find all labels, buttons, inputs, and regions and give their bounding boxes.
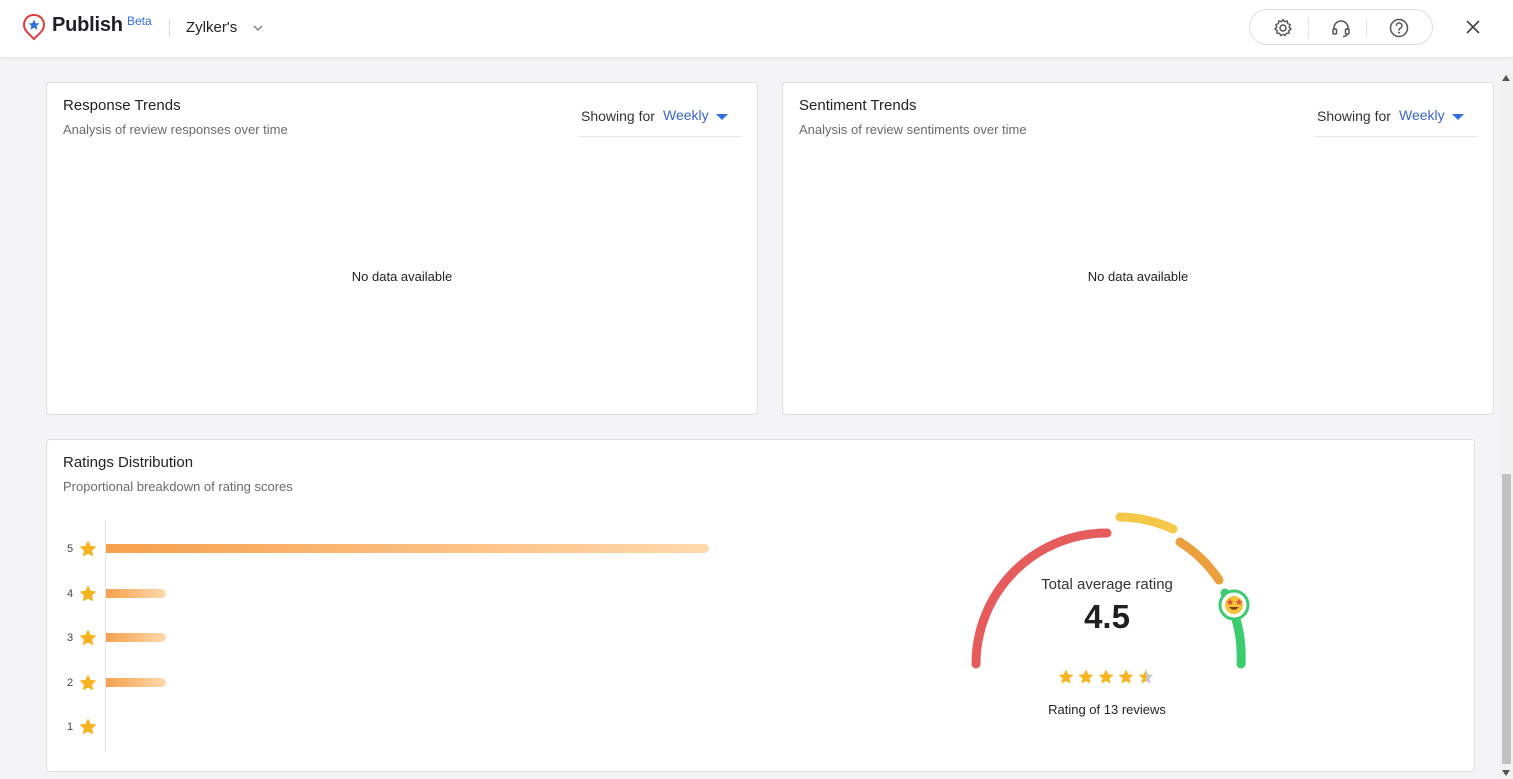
header-divider bbox=[169, 19, 170, 37]
tool-separator bbox=[1308, 18, 1309, 38]
rating-bar bbox=[106, 588, 166, 598]
header-tools bbox=[1249, 9, 1433, 45]
showing-value[interactable]: Weekly bbox=[1399, 107, 1445, 123]
card-subtitle: Analysis of review responses over time bbox=[63, 122, 288, 137]
chevron-down-icon[interactable] bbox=[252, 22, 264, 34]
scroll-thumb[interactable] bbox=[1502, 474, 1511, 764]
showing-label: Showing for bbox=[1317, 108, 1391, 124]
review-count: Rating of 13 reviews bbox=[1048, 702, 1166, 717]
average-rating-value: 4.5 bbox=[1084, 598, 1130, 635]
rating-level-label: 1 bbox=[66, 721, 74, 733]
card-subtitle: Analysis of review sentiments over time bbox=[799, 122, 1027, 137]
period-dropdown[interactable]: Showing for Weekly bbox=[1315, 99, 1477, 137]
beta-badge: Beta bbox=[127, 14, 152, 28]
rating-level-label: 4 bbox=[66, 587, 74, 600]
help-icon[interactable] bbox=[1388, 17, 1410, 39]
rating-bar bbox=[106, 633, 166, 642]
publish-logo-icon bbox=[22, 13, 46, 41]
rating-star-icon bbox=[1138, 669, 1154, 684]
smiley-marker-icon bbox=[1218, 589, 1250, 621]
rating-star-icon bbox=[1098, 669, 1114, 684]
card-title: Response Trends bbox=[63, 97, 181, 114]
rating-star-icon bbox=[1058, 669, 1074, 684]
org-selector[interactable]: Zylker's bbox=[186, 19, 237, 36]
rating-star-icon bbox=[1118, 669, 1134, 684]
card-title: Sentiment Trends bbox=[799, 97, 917, 114]
star-icon bbox=[80, 585, 96, 601]
showing-value[interactable]: Weekly bbox=[663, 107, 709, 123]
star-icon bbox=[80, 719, 96, 735]
showing-label: Showing for bbox=[581, 108, 655, 124]
star-icon bbox=[80, 674, 96, 690]
empty-state: No data available bbox=[1087, 269, 1189, 284]
scroll-up-arrow[interactable] bbox=[1502, 75, 1510, 81]
card-title: Ratings Distribution bbox=[63, 454, 194, 471]
scroll-down-arrow[interactable] bbox=[1502, 770, 1510, 776]
sentiment-trends-card: Sentiment Trends Analysis of review sent… bbox=[782, 82, 1494, 415]
gauge-title: Total average rating bbox=[1041, 576, 1173, 593]
settings-icon[interactable] bbox=[1272, 17, 1294, 39]
scrollbar[interactable] bbox=[1500, 73, 1513, 779]
response-trends-card: Response Trends Analysis of review respo… bbox=[46, 82, 758, 415]
caret-down-icon[interactable] bbox=[716, 114, 728, 120]
top-header: Publish Beta Zylker's bbox=[0, 0, 1513, 58]
rating-level-label: 3 bbox=[66, 632, 74, 644]
tool-separator bbox=[1366, 18, 1367, 38]
star-icon bbox=[80, 541, 96, 557]
period-dropdown[interactable]: Showing for Weekly bbox=[579, 99, 741, 137]
rating-star-icon bbox=[1078, 669, 1094, 684]
headset-icon[interactable] bbox=[1330, 17, 1352, 39]
card-subtitle: Proportional breakdown of rating scores bbox=[63, 479, 293, 494]
rating-level-label: 5 bbox=[66, 543, 74, 555]
close-icon[interactable] bbox=[1463, 17, 1483, 37]
average-stars bbox=[1058, 669, 1154, 684]
rating-level-label: 2 bbox=[66, 676, 74, 689]
star-icon bbox=[80, 630, 96, 646]
caret-down-icon[interactable] bbox=[1452, 114, 1464, 120]
ratings-distribution-card: Ratings Distribution Proportional breakd… bbox=[46, 439, 1475, 772]
empty-state: No data available bbox=[351, 269, 453, 284]
brand-name: Publish bbox=[52, 14, 123, 36]
rating-bar bbox=[106, 677, 166, 687]
rating-bar bbox=[106, 544, 709, 553]
